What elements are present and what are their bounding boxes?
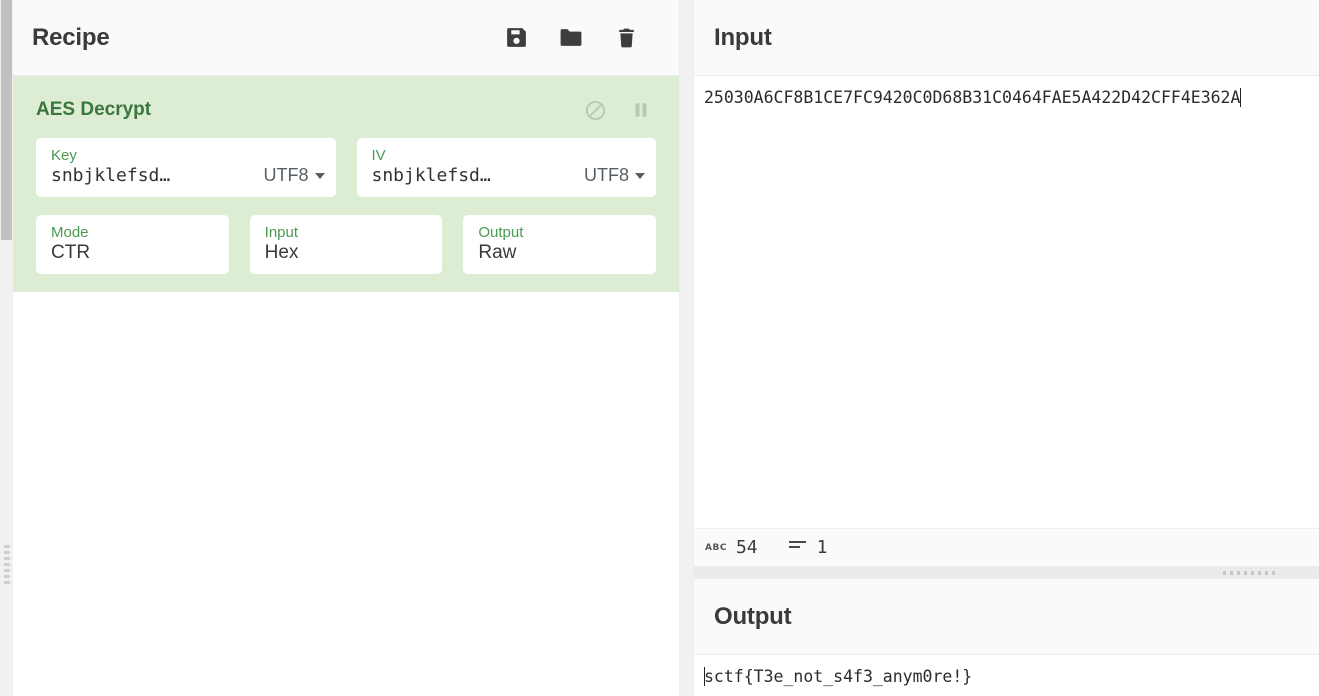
recipe-scrollbar[interactable] [0,0,13,696]
arg-input-format[interactable]: Input Hex [249,215,443,274]
input-textarea[interactable]: 25030A6CF8B1CE7FC9420C0D68B31C0464FAE5A4… [694,76,1319,528]
input-text: 25030A6CF8B1CE7FC9420C0D68B31C0464FAE5A4… [704,88,1241,107]
recipe-title-bar: Recipe [13,0,679,76]
io-panel: Input 25030A6CF8B1CE7FC9420C0D68B31C0464… [693,0,1319,696]
operation-aes-decrypt[interactable]: AES Decrypt Key snbjklefsd… UTF8 IV snbj… [13,76,679,292]
arg-iv-label: IV [371,147,386,164]
output-title-bar: Output [694,579,1319,655]
recipe-io-splitter[interactable] [680,0,693,696]
recipe-pane-grip-handle[interactable] [4,545,10,585]
cyberchef-app: Recipe AES Decrypt Key snbjklefsd… UTF8 … [0,0,1319,696]
arg-output-format[interactable]: Output Raw [463,215,657,274]
save-recipe-button[interactable] [503,23,529,53]
input-status-bar: ABC 54 1 [694,528,1319,566]
chevron-down-icon [635,172,645,179]
arg-mode-value[interactable]: CTR [51,242,218,264]
input-title: Input [714,23,772,51]
input-output-splitter[interactable] [693,566,1319,579]
arg-key-label: Key [51,147,77,164]
arg-iv-value[interactable]: snbjklefsd… [372,165,585,187]
operation-title: AES Decrypt [36,99,152,120]
recipe-scrollbar-thumb[interactable] [1,0,12,240]
arg-output-format-label: Output [478,224,524,241]
input-char-count: ABC 54 [705,537,758,558]
clear-recipe-button[interactable] [613,23,639,53]
chevron-down-icon [314,172,325,179]
output-title: Output [714,602,792,630]
arg-key-value[interactable]: snbjklefsd… [51,165,264,187]
input-output-splitter-grip[interactable] [1223,571,1279,575]
input-line-count: 1 [788,537,828,558]
arg-key-encoding-dropdown[interactable]: UTF8 [264,165,325,187]
arg-output-format-value[interactable]: Raw [478,242,645,264]
output-textarea[interactable]: sctf{T3e_not_s4f3_anym0re!} [694,655,1319,696]
disable-operation-icon[interactable] [583,98,607,122]
recipe-operation-list[interactable]: AES Decrypt Key snbjklefsd… UTF8 IV snbj… [13,76,679,696]
operation-args-row-1: Key snbjklefsd… UTF8 IV snbjklefsd… UTF8 [13,138,679,197]
pause-operation-icon[interactable] [629,98,653,122]
input-title-bar: Input [694,0,1319,76]
arg-input-format-label: Input [264,224,299,241]
recipe-toolbar [503,23,639,53]
arg-iv-encoding-value: UTF8 [584,165,629,185]
arg-key[interactable]: Key snbjklefsd… UTF8 [36,138,336,197]
input-line-count-value: 1 [816,537,828,558]
operation-controls [583,98,653,122]
abc-icon: ABC [705,542,727,553]
arg-mode-label: Mode [51,224,89,241]
output-panel: Output sctf{T3e_not_s4f3_anym0re!} [693,579,1319,696]
lines-icon [788,538,808,557]
input-char-count-value: 54 [735,537,758,558]
operation-args-row-2: Mode CTR Input Hex Output Raw [13,215,679,274]
text-cursor [1240,88,1242,107]
arg-mode[interactable]: Mode CTR [36,215,229,274]
arg-iv[interactable]: IV snbjklefsd… UTF8 [356,138,656,197]
output-text: sctf{T3e_not_s4f3_anym0re!} [704,667,973,686]
input-panel: Input 25030A6CF8B1CE7FC9420C0D68B31C0464… [693,0,1319,566]
arg-input-format-value[interactable]: Hex [265,242,432,264]
page-title: Recipe [32,23,110,51]
load-recipe-button[interactable] [558,23,584,53]
arg-iv-encoding-dropdown[interactable]: UTF8 [584,165,645,187]
recipe-panel: Recipe AES Decrypt Key snbjklefsd… UTF8 … [13,0,680,696]
arg-key-encoding-value: UTF8 [263,165,309,185]
operation-header: AES Decrypt [13,90,679,132]
